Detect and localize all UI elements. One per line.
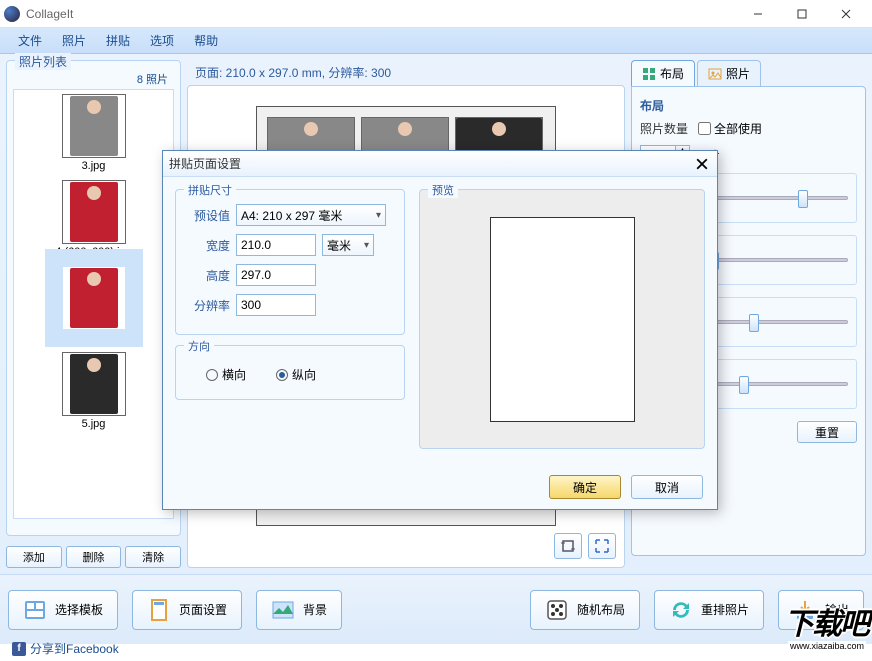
tab-layout[interactable]: 布局: [631, 60, 695, 86]
menu-help[interactable]: 帮助: [184, 28, 228, 53]
delete-button[interactable]: 删除: [66, 546, 122, 568]
dpi-label: 分辨率: [186, 297, 230, 314]
dpi-input[interactable]: [236, 294, 316, 316]
preview-title: 预览: [428, 182, 458, 198]
dialog-title: 拼贴页面设置: [169, 155, 693, 172]
app-logo-icon: [4, 6, 20, 22]
template-icon: [23, 598, 47, 622]
bottom-toolbar: 选择模板 页面设置 背景 随机布局 重排照片 输出: [0, 574, 872, 644]
cancel-button[interactable]: 取消: [631, 475, 703, 499]
height-input[interactable]: [236, 264, 316, 286]
crop-icon-button[interactable]: [554, 533, 582, 559]
layout-section-title: 布局: [640, 97, 857, 114]
menu-collage[interactable]: 拼贴: [96, 28, 140, 53]
rearrange-button[interactable]: 重排照片: [654, 590, 764, 630]
width-input[interactable]: [236, 234, 316, 256]
list-item[interactable]: 4.jpg: [18, 266, 169, 344]
refresh-icon: [669, 598, 693, 622]
orient-group-title: 方向: [184, 338, 214, 354]
preset-label: 预设值: [186, 207, 230, 224]
maximize-button[interactable]: [780, 0, 824, 28]
photo-list-scroll[interactable]: 3.jpg 4 (600x600).jpg 4.jpg 5.jpg: [13, 89, 174, 519]
random-layout-button[interactable]: 随机布局: [530, 590, 640, 630]
watermark-text: 下载吧: [784, 599, 868, 643]
clear-button[interactable]: 清除: [125, 546, 181, 568]
tab-photo[interactable]: 照片: [697, 60, 761, 86]
menu-photo[interactable]: 照片: [52, 28, 96, 53]
reset-button[interactable]: 重置: [797, 421, 857, 443]
preview-box: 预览: [419, 189, 705, 449]
background-button[interactable]: 背景: [256, 590, 342, 630]
photo-count: 8 照片: [13, 69, 174, 89]
select-template-button[interactable]: 选择模板: [8, 590, 118, 630]
dice-icon: [545, 598, 569, 622]
watermark-url: www.xiazaiba.com: [788, 641, 866, 651]
ok-button[interactable]: 确定: [549, 475, 621, 499]
close-button[interactable]: [824, 0, 868, 28]
page-icon: [147, 598, 171, 622]
menu-bar: 文件 照片 拼贴 选项 帮助: [0, 28, 872, 54]
portrait-radio[interactable]: 纵向: [276, 366, 316, 383]
page-info-label: 页面: 210.0 x 297.0 mm, 分辨率: 300: [187, 60, 625, 85]
photo-count-label: 照片数量: [640, 120, 692, 137]
minimize-button[interactable]: [736, 0, 780, 28]
height-label: 高度: [186, 267, 230, 284]
menu-file[interactable]: 文件: [8, 28, 52, 53]
app-title: CollageIt: [26, 7, 736, 21]
background-icon: [271, 598, 295, 622]
preview-page: [490, 217, 635, 422]
unit-combo[interactable]: 毫米: [322, 234, 374, 256]
photo-list-title: 照片列表: [15, 53, 71, 70]
list-item[interactable]: 4 (600x600).jpg: [18, 180, 169, 258]
share-facebook-link[interactable]: f 分享到Facebook: [12, 640, 119, 657]
landscape-radio[interactable]: 横向: [206, 366, 246, 383]
list-item[interactable]: 3.jpg: [18, 94, 169, 172]
title-bar: CollageIt: [0, 0, 872, 28]
photo-icon: [708, 67, 722, 81]
list-item[interactable]: 5.jpg: [18, 352, 169, 430]
preset-combo[interactable]: A4: 210 x 297 毫米: [236, 204, 386, 226]
menu-options[interactable]: 选项: [140, 28, 184, 53]
page-setup-button[interactable]: 页面设置: [132, 590, 242, 630]
page-setup-dialog: 拼贴页面设置 拼贴尺寸 预设值 A4: 210 x 297 毫米 宽度 毫米 高…: [162, 150, 718, 510]
layout-icon: [642, 67, 656, 81]
facebook-icon: f: [12, 642, 26, 656]
fit-icon-button[interactable]: [588, 533, 616, 559]
dialog-close-button[interactable]: [693, 155, 711, 173]
use-all-checkbox[interactable]: 全部使用: [698, 120, 762, 137]
add-button[interactable]: 添加: [6, 546, 62, 568]
size-group-title: 拼贴尺寸: [184, 182, 236, 198]
width-label: 宽度: [186, 237, 230, 254]
